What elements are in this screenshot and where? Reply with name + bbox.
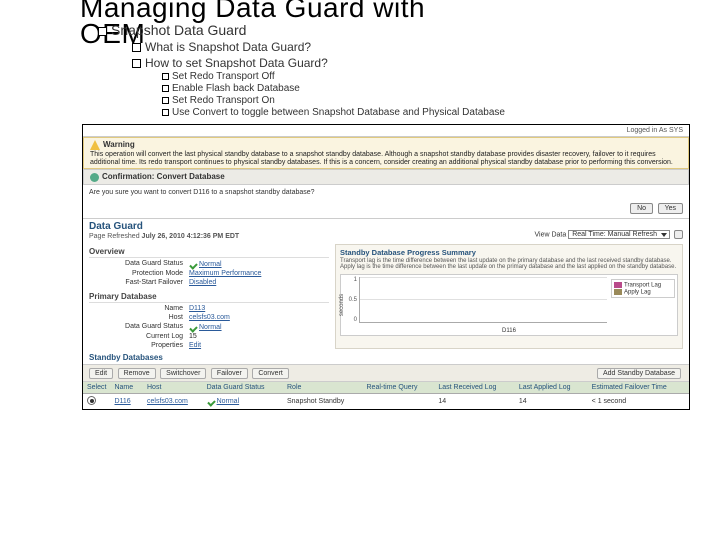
chevron-down-icon xyxy=(661,233,667,237)
check-icon xyxy=(189,260,197,268)
bullet-level3-d: Use Convert to toggle between Snapshot D… xyxy=(162,107,720,118)
col-status: Data Guard Status xyxy=(203,382,283,394)
bullet-level3-a: Set Redo Transport Off xyxy=(162,71,720,82)
failover-button[interactable]: Failover xyxy=(211,368,248,379)
row-select-radio[interactable] xyxy=(87,396,96,405)
warning-icon xyxy=(90,140,100,150)
warning-label: Warning xyxy=(103,140,135,149)
col-lal: Last Applied Log xyxy=(515,382,588,394)
logged-in-text: Logged in As SYS xyxy=(627,127,683,134)
progress-summary-title: Standby Database Progress Summary xyxy=(340,248,678,257)
table-row[interactable]: D116 celsfs03.com Normal Snapshot Standb… xyxy=(83,393,689,409)
fsf-link[interactable]: Disabled xyxy=(189,279,216,286)
view-data-control[interactable]: View Data Real Time: Manual Refresh xyxy=(534,230,683,239)
col-lrl: Last Received Log xyxy=(434,382,514,394)
protection-mode-link[interactable]: Maximum Performance xyxy=(189,270,261,277)
switchover-button[interactable]: Switchover xyxy=(160,368,206,379)
chart-tick: 0 xyxy=(354,317,357,323)
oem-screenshot: Logged in As SYS Warning This operation … xyxy=(82,124,690,410)
primary-status-link[interactable]: Normal xyxy=(199,324,222,331)
primary-db-heading: Primary Database xyxy=(89,292,329,303)
primary-host-link[interactable]: celsfs03.com xyxy=(189,314,230,321)
standby-progress-chart: 1 0.5 0 seconds D116 Transport Lag Apply… xyxy=(340,274,678,336)
bullet-level2-a: What is Snapshot Data Guard? xyxy=(132,40,720,54)
properties-edit-link[interactable]: Edit xyxy=(189,342,201,349)
col-host: Host xyxy=(143,382,203,394)
current-log-value: 15 xyxy=(189,333,329,340)
oem-topbar: Logged in As SYS xyxy=(83,125,689,137)
bullet-level2-b: How to set Snapshot Data Guard? xyxy=(132,56,720,70)
yes-button[interactable]: Yes xyxy=(658,203,683,214)
row-rtq xyxy=(363,393,435,409)
chart-category: D116 xyxy=(502,328,516,334)
primary-name-link[interactable]: D113 xyxy=(189,305,205,312)
confirm-icon xyxy=(90,173,99,182)
chart-tick: 1 xyxy=(354,277,357,283)
confirm-question: Are you sure you want to convert D116 to… xyxy=(89,189,683,196)
chart-legend: Transport Lag Apply Lag xyxy=(611,279,675,298)
bullet-level3-c: Set Redo Transport On xyxy=(162,95,720,106)
row-status-link[interactable]: Normal xyxy=(217,398,240,405)
col-role: Role xyxy=(283,382,363,394)
overview-heading: Overview xyxy=(89,247,329,258)
col-select: Select xyxy=(83,382,110,394)
row-lrl: 14 xyxy=(434,393,514,409)
bullet-level1: Snapshot Data Guard xyxy=(98,22,720,38)
standby-table: Select Name Host Data Guard Status Role … xyxy=(83,382,689,409)
col-rtq: Real-time Query xyxy=(363,382,435,394)
chart-tick: 0.5 xyxy=(349,297,357,303)
dg-status-link[interactable]: Normal xyxy=(199,261,222,268)
progress-summary-desc: Transport lag is the time difference bet… xyxy=(340,258,678,271)
bullet-level3-b: Enable Flash back Database xyxy=(162,83,720,94)
add-standby-button[interactable]: Add Standby Database xyxy=(597,368,681,379)
check-icon xyxy=(207,397,215,405)
refresh-icon[interactable] xyxy=(674,230,683,239)
row-host-link[interactable]: celsfs03.com xyxy=(147,398,188,405)
col-eft: Estimated Failover Time xyxy=(588,382,689,394)
row-lal: 14 xyxy=(515,393,588,409)
confirmation-header: Confirmation: Convert Database xyxy=(83,169,689,184)
remove-button[interactable]: Remove xyxy=(118,368,156,379)
chart-ylabel: seconds xyxy=(339,294,345,316)
row-role: Snapshot Standby xyxy=(283,393,363,409)
edit-button[interactable]: Edit xyxy=(89,368,113,379)
standby-db-heading: Standby Databases xyxy=(83,351,689,364)
row-eft: < 1 second xyxy=(588,393,689,409)
no-button[interactable]: No xyxy=(630,203,653,214)
legend-swatch xyxy=(614,282,622,288)
warning-box: Warning This operation will convert the … xyxy=(83,137,689,169)
row-name-link[interactable]: D116 xyxy=(114,398,130,405)
convert-button[interactable]: Convert xyxy=(252,368,289,379)
confirmation-body: Are you sure you want to convert D116 to… xyxy=(83,185,689,200)
confirm-title: Confirmation: Convert Database xyxy=(102,172,225,181)
warning-text: This operation will convert the last phy… xyxy=(90,151,682,166)
col-name: Name xyxy=(110,382,143,394)
legend-swatch xyxy=(614,289,622,295)
check-icon xyxy=(189,323,197,331)
